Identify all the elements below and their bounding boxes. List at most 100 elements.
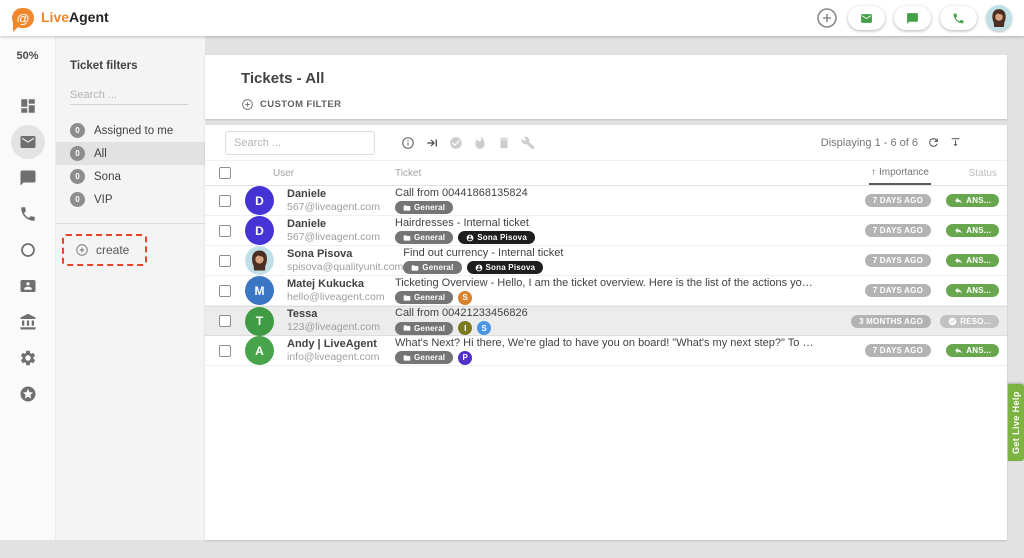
user-avatar-initial: D (245, 186, 274, 215)
agent-avatar[interactable] (986, 5, 1012, 31)
row-checkbox[interactable] (219, 285, 231, 297)
filter-item-vip[interactable]: 0VIP (56, 188, 205, 211)
row-checkbox[interactable] (219, 195, 231, 207)
chat-bubble-icon (906, 12, 919, 25)
table-row[interactable]: TTessa123@liveagent.comCall from 0042123… (205, 306, 1007, 336)
tickets-table-card: Displaying 1 - 6 of 6 User Ticket ↑Impor… (205, 125, 1007, 540)
table-row[interactable]: DDaniele567@liveagent.comCall from 00441… (205, 186, 1007, 216)
nav-upgrade[interactable] (11, 377, 45, 411)
ticket-subject[interactable]: Find out currency - Internal ticket (403, 247, 823, 260)
tag-dot[interactable]: P (458, 351, 472, 365)
assignee-tag[interactable]: Sona Pisova (458, 231, 535, 244)
new-call-button[interactable] (940, 6, 977, 30)
nav-rail: 50% (0, 36, 56, 540)
user-avatar-initial: D (245, 216, 274, 245)
folder-icon (403, 294, 411, 302)
table-header-row: User Ticket ↑Importance Status (205, 161, 1007, 186)
custom-filter-button[interactable]: CUSTOM FILTER (241, 98, 341, 111)
ticket-subject[interactable]: Ticketing Overview - Hello, I am the tic… (395, 277, 823, 290)
table-row[interactable]: Sona Pisovaspisova@qualityunit.comFind o… (205, 246, 1007, 276)
department-tag[interactable]: General (395, 231, 453, 244)
ring-icon (19, 241, 37, 259)
nav-dashboard[interactable] (11, 89, 45, 123)
col-header-user[interactable]: User (245, 161, 395, 185)
table-row[interactable]: MMatej Kukuckahello@liveagent.comTicketi… (205, 276, 1007, 306)
get-live-help-tab[interactable]: Get Live Help (1008, 384, 1024, 461)
resolve-next-button[interactable] (424, 135, 439, 150)
ticket-age-badge: 7 DAYS AGO (865, 254, 931, 267)
spam-button[interactable] (472, 135, 487, 150)
status-badge: RESO... (940, 315, 999, 328)
folder-icon (403, 234, 411, 242)
nav-social[interactable] (11, 233, 45, 267)
ticket-subject[interactable]: Call from 00421233456826 (395, 307, 823, 320)
ticket-subject[interactable]: Call from 00441868135824 (395, 187, 823, 200)
user-avatar-photo (245, 246, 274, 275)
mark-resolved-button[interactable] (448, 135, 463, 150)
reply-arrow-icon (954, 346, 963, 355)
info-button[interactable] (400, 135, 415, 150)
reply-arrow-icon (954, 226, 963, 235)
filter-item-sona[interactable]: 0 Sona (56, 165, 205, 188)
add-new-button[interactable] (815, 6, 839, 30)
divider (56, 223, 205, 224)
filter-count-badge: 0 (70, 169, 85, 184)
department-tag[interactable]: General (395, 322, 453, 335)
info-circle-icon (401, 136, 415, 150)
row-checkbox[interactable] (219, 255, 231, 267)
nav-chats[interactable] (11, 161, 45, 195)
ticket-subject[interactable]: What's Next? Hi there, We're glad to hav… (395, 337, 823, 350)
new-chat-button[interactable] (894, 6, 931, 30)
table-body: DDaniele567@liveagent.comCall from 00441… (205, 186, 1007, 366)
department-tag[interactable]: General (403, 261, 461, 274)
row-checkbox[interactable] (219, 225, 231, 237)
refresh-icon[interactable] (927, 136, 940, 149)
nav-calls[interactable] (11, 197, 45, 231)
assignee-tag[interactable]: Sona Pisova (467, 261, 544, 274)
col-header-ticket[interactable]: Ticket (395, 161, 823, 185)
wrench-icon (521, 136, 535, 150)
collapse-download-icon[interactable] (949, 136, 962, 149)
table-row[interactable]: AAndy | LiveAgentinfo@liveagent.comWhat'… (205, 336, 1007, 366)
department-tag[interactable]: General (395, 201, 453, 214)
displaying-count: Displaying 1 - 6 of 6 (821, 137, 918, 149)
top-bar: @ LiveAgent (0, 0, 1024, 36)
dashboard-icon (19, 97, 37, 115)
flame-icon (473, 136, 487, 150)
nav-academy[interactable] (11, 305, 45, 339)
ticket-subject[interactable]: Hairdresses - Internal ticket (395, 217, 823, 230)
filter-item-all[interactable]: 0All (56, 142, 205, 165)
user-name: Matej Kukucka (287, 278, 395, 291)
tickets-search-input[interactable] (225, 131, 375, 155)
new-email-button[interactable] (848, 6, 885, 30)
nav-contacts[interactable] (11, 269, 45, 303)
tag-dot[interactable]: I (458, 321, 472, 335)
tag-dot[interactable]: S (477, 321, 491, 335)
table-row[interactable]: DDaniele567@liveagent.comHairdresses - I… (205, 216, 1007, 246)
plus-circle-icon (75, 243, 89, 257)
col-header-status[interactable]: Status (931, 161, 1007, 185)
custom-filter-label: CUSTOM FILTER (260, 99, 341, 110)
nav-settings[interactable] (11, 341, 45, 375)
department-tag[interactable]: General (395, 351, 453, 364)
col-header-importance[interactable]: ↑Importance (823, 161, 931, 185)
filter-item-assigned-to-me[interactable]: 0Assigned to me (56, 119, 205, 142)
status-badge: ANS... (946, 194, 999, 207)
delete-button[interactable] (496, 135, 511, 150)
filters-search-input[interactable] (70, 86, 188, 105)
select-all-checkbox[interactable] (219, 167, 231, 179)
row-checkbox[interactable] (219, 315, 231, 327)
nav-tickets[interactable] (11, 125, 45, 159)
user-name: Daniele (287, 188, 395, 201)
tag-dot[interactable]: S (458, 291, 472, 305)
bank-icon (19, 313, 37, 331)
create-filter-button[interactable]: create (62, 234, 147, 266)
user-email: hello@liveagent.com (287, 291, 395, 304)
person-circle-icon (466, 234, 474, 242)
department-tag[interactable]: General (395, 291, 453, 304)
tools-button[interactable] (520, 135, 535, 150)
call-icon (19, 205, 37, 223)
filter-label: Sona (94, 171, 121, 183)
row-checkbox[interactable] (219, 345, 231, 357)
check-circle-icon (948, 317, 957, 326)
